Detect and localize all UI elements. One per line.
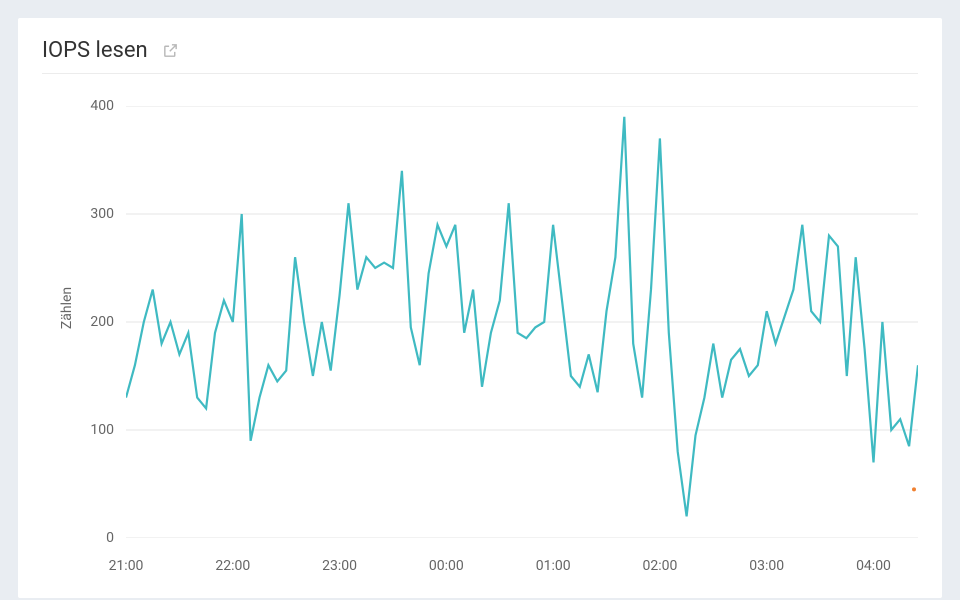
x-axis-ticks: 21:0022:0023:0000:0001:0002:0003:0004:00 <box>126 558 918 578</box>
x-tick-label: 22:00 <box>215 558 250 574</box>
y-tick-label: 100 <box>74 422 114 438</box>
x-tick-label: 01:00 <box>536 558 571 574</box>
chart-plot <box>126 106 918 538</box>
x-tick-label: 21:00 <box>109 558 144 574</box>
line-series <box>126 117 918 517</box>
gridlines <box>126 106 918 538</box>
card-header-inner: IOPS lesen <box>42 38 918 74</box>
y-tick-label: 200 <box>74 314 114 330</box>
x-tick-label: 03:00 <box>749 558 784 574</box>
y-axis-label: Zählen <box>59 287 75 329</box>
chart-card: IOPS lesen Zählen 0 100 200 300 400 21:00 22:… <box>18 18 942 598</box>
x-tick-label: 02:00 <box>642 558 677 574</box>
card-header: IOPS lesen <box>18 18 942 74</box>
chart-title: IOPS lesen <box>42 38 148 63</box>
y-tick-label: 0 <box>74 530 114 546</box>
external-link-icon[interactable] <box>162 42 179 59</box>
accent-point-icon <box>912 487 916 491</box>
y-tick-label: 300 <box>74 206 114 222</box>
y-tick-label: 400 <box>74 98 114 114</box>
x-tick-label: 04:00 <box>856 558 891 574</box>
y-axis-ticks: 0100200300400 <box>74 106 122 538</box>
x-tick-label: 23:00 <box>322 558 357 574</box>
x-tick-label: 00:00 <box>429 558 464 574</box>
